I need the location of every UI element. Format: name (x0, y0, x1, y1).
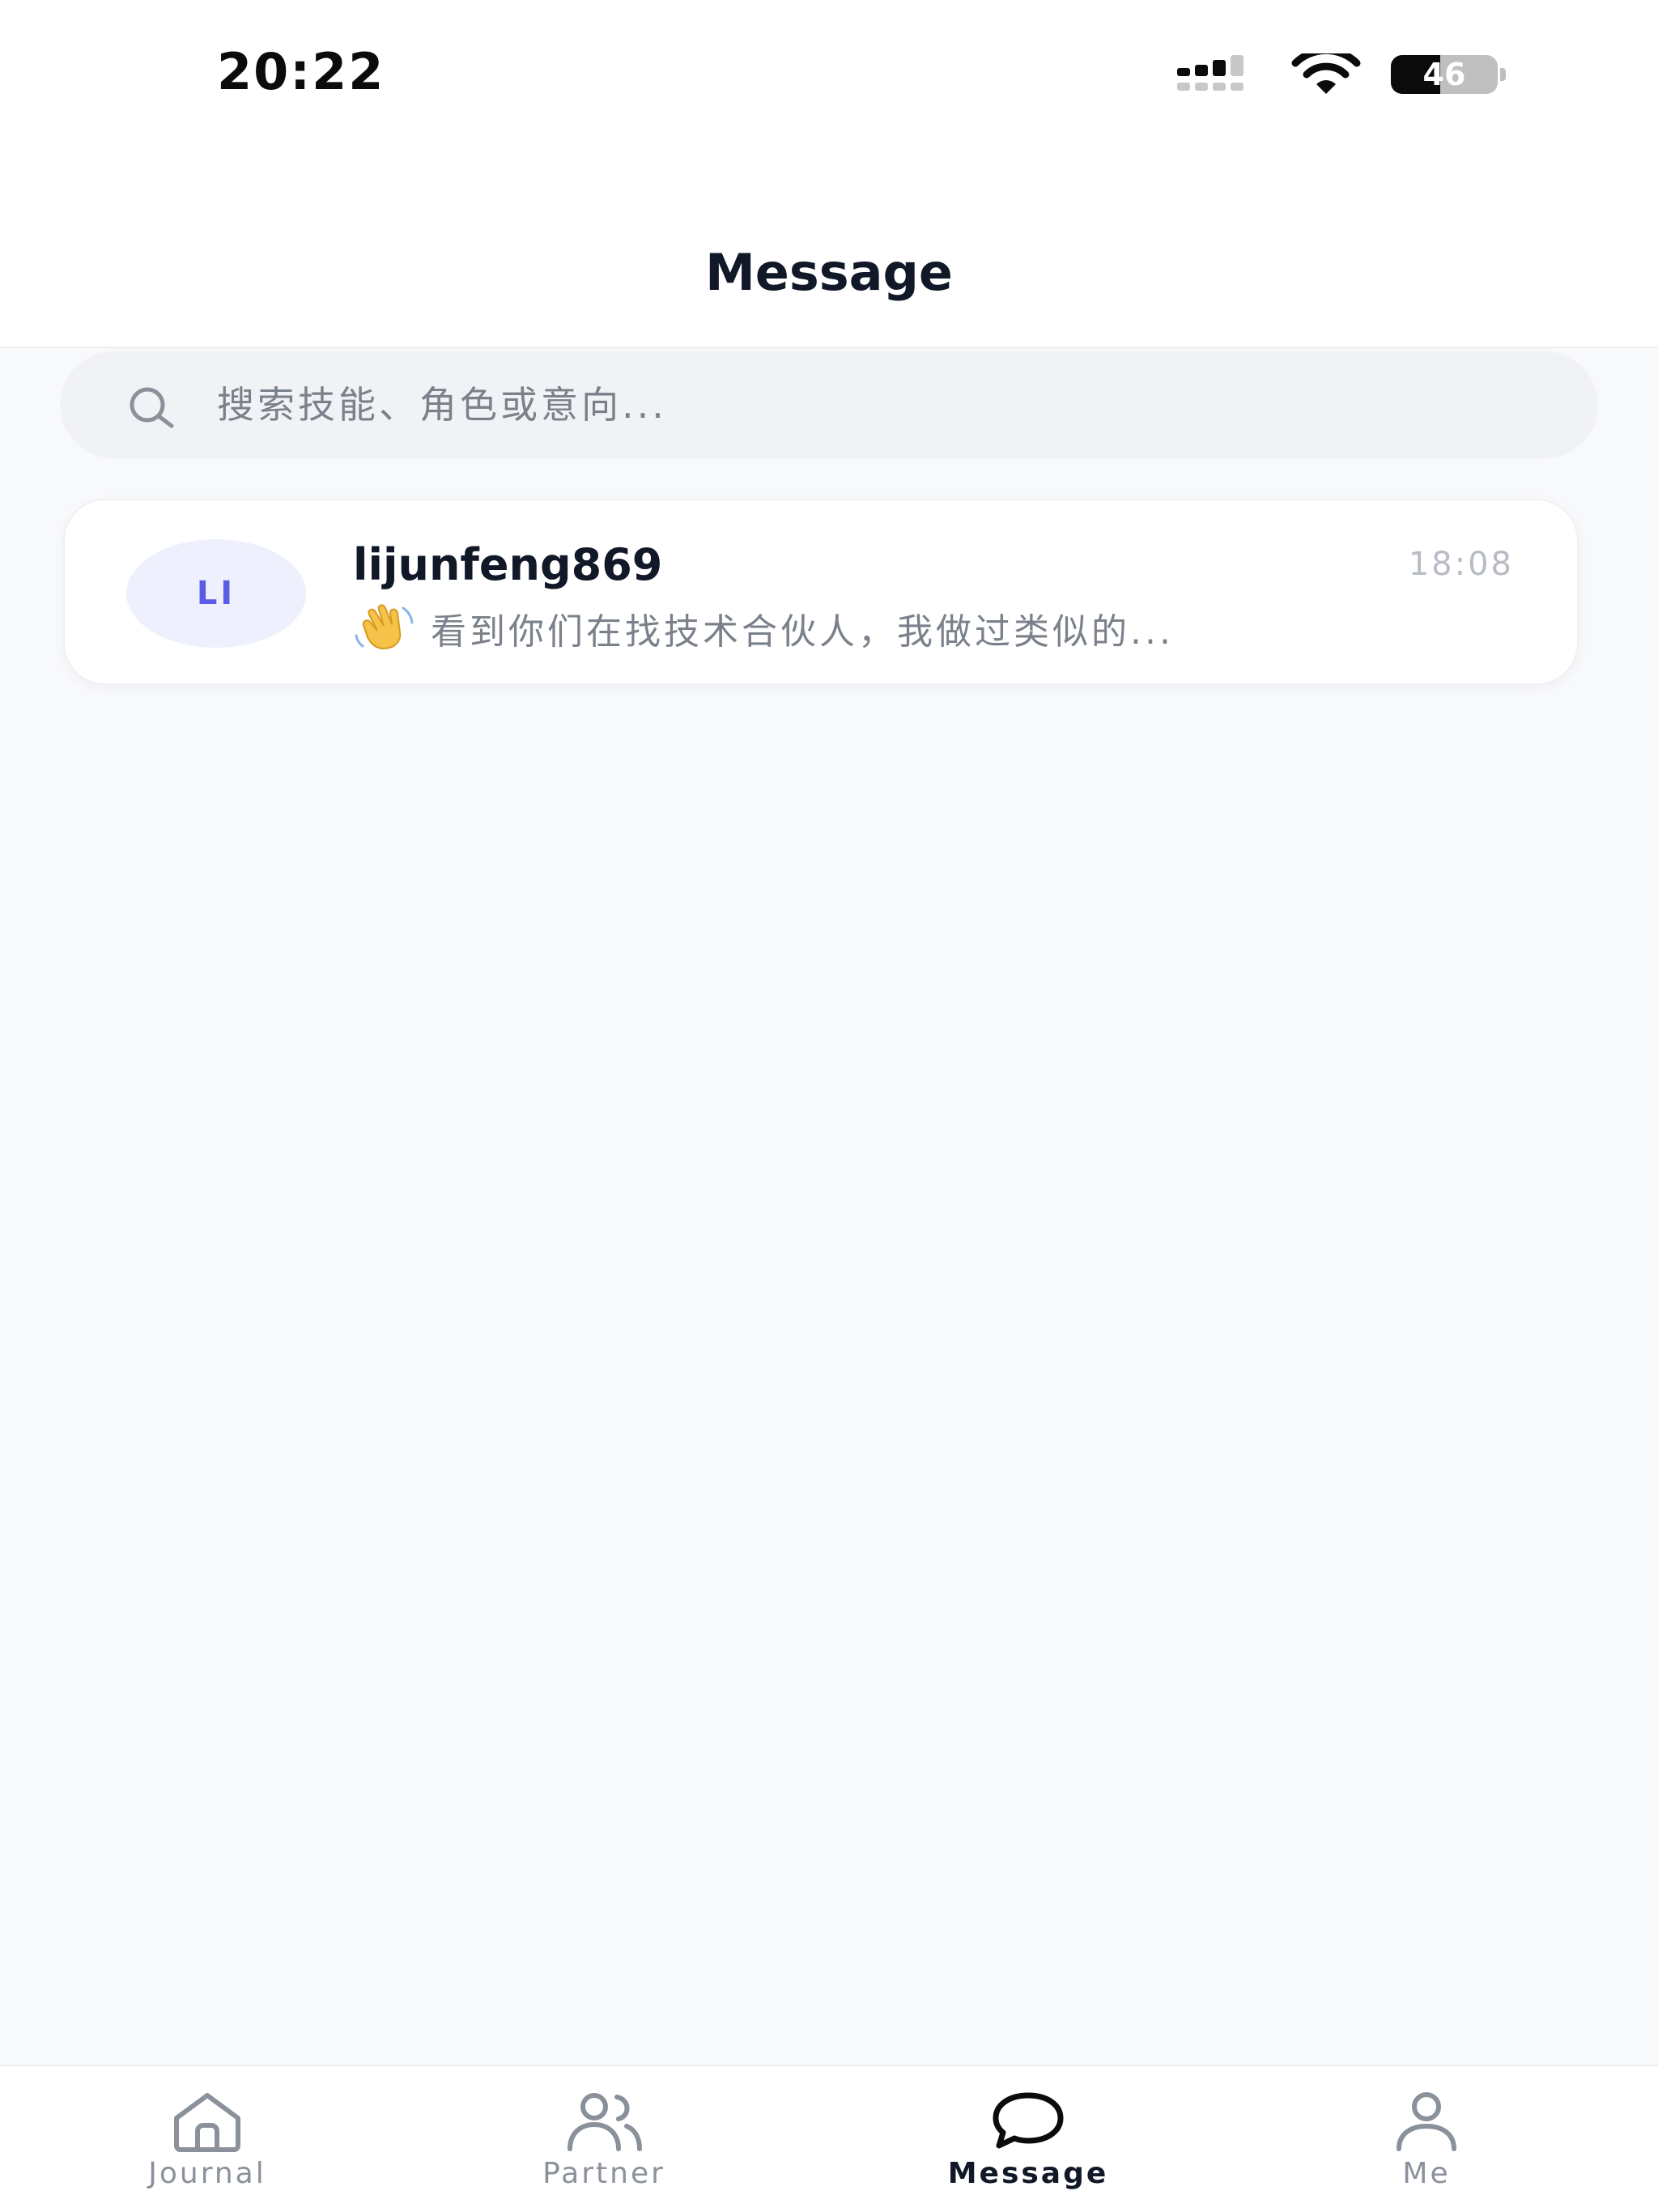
battery-body: 46 (1391, 55, 1498, 94)
tab-bar: Journal Partner Message Me (0, 2065, 1658, 2212)
cellular-signal-icon (1177, 55, 1244, 91)
search-bar[interactable] (60, 351, 1598, 458)
tab-message[interactable]: Message (821, 2066, 1235, 2212)
tab-me-label: Me (1402, 2157, 1451, 2190)
home-icon (174, 2093, 240, 2152)
users-icon (568, 2093, 642, 2151)
status-icons: 46 (1177, 52, 1506, 97)
avatar: LI (126, 539, 306, 648)
conversation-time: 18:08 (1408, 546, 1514, 583)
battery-icon: 46 (1391, 55, 1506, 94)
conversation-item[interactable]: LI lijunfeng869 18:08 看到你们在找技术合伙人，我做过类似的… (63, 499, 1579, 685)
search-icon (130, 387, 174, 428)
user-icon (1397, 2092, 1456, 2151)
message-screen: 20:22 46 Message 搜索技能、角色或意向... LI lijunf… (0, 0, 1658, 2212)
battery-cap (1500, 68, 1506, 81)
conversation-preview: 看到你们在找技术合伙人，我做过类似的... (353, 602, 1486, 654)
page-header: Message (0, 186, 1658, 348)
tab-journal-label: Journal (148, 2157, 266, 2190)
conversation-preview-text: 看到你们在找技术合伙人，我做过类似的... (431, 611, 1174, 653)
wifi-icon (1291, 53, 1361, 94)
search-input[interactable] (217, 372, 1545, 437)
conversation-name: lijunfeng869 (353, 539, 663, 590)
tab-message-label: Message (947, 2157, 1109, 2190)
battery-level: 46 (1422, 57, 1466, 92)
tab-me[interactable]: Me (1219, 2066, 1634, 2212)
page-title: Message (705, 243, 953, 302)
avatar-initials: LI (196, 575, 236, 612)
waving-hand-icon (355, 604, 414, 650)
chat-bubble-icon (993, 2092, 1064, 2149)
status-bar: 20:22 46 (0, 0, 1658, 186)
tab-journal[interactable]: Journal (0, 2066, 414, 2212)
tab-partner-label: Partner (542, 2157, 665, 2190)
status-time: 20:22 (217, 42, 385, 101)
tab-partner[interactable]: Partner (397, 2066, 811, 2212)
